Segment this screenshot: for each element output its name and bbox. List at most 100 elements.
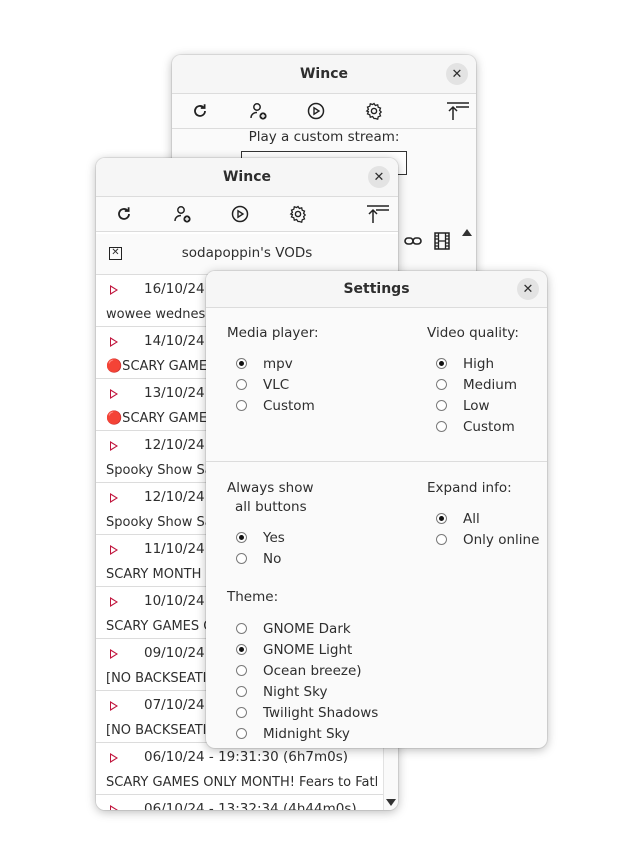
video-quality-option[interactable]: High — [436, 353, 494, 374]
radio-button[interactable] — [436, 421, 447, 432]
close-button[interactable]: ✕ — [368, 166, 390, 188]
always-show-label-line1: Always show — [227, 480, 314, 496]
media-player-option[interactable]: mpv — [236, 353, 293, 374]
add-user-icon[interactable] — [173, 204, 193, 224]
vod-date: 12/10/24 - — [144, 489, 214, 505]
add-user-icon[interactable] — [249, 101, 269, 121]
video-quality-option[interactable]: Low — [436, 395, 490, 416]
play-icon[interactable] — [110, 441, 118, 451]
expand-info-label: Expand info: — [427, 480, 512, 496]
theme-option[interactable]: Ocean breeze) — [236, 660, 362, 681]
expand-info-option[interactable]: All — [436, 508, 480, 529]
theme-option[interactable]: GNOME Dark — [236, 618, 351, 639]
always-show-option[interactable]: Yes — [236, 527, 285, 548]
vod-date: 11/10/24 - — [144, 541, 214, 557]
vod-date: 12/10/24 - — [144, 437, 214, 453]
expand-info-option-label: All — [463, 510, 480, 527]
media-player-option[interactable]: Custom — [236, 395, 315, 416]
play-circle-icon[interactable] — [306, 101, 326, 121]
close-button[interactable]: ✕ — [517, 278, 539, 300]
play-icon[interactable] — [110, 597, 118, 607]
play-icon[interactable] — [110, 545, 118, 555]
dialog-titlebar[interactable]: Settings ✕ — [206, 271, 547, 308]
divider — [206, 461, 547, 462]
vod-title: SCARY GAMES ONLY MONTH! Fears to Fatl — [106, 775, 379, 790]
vod-list-item[interactable]: 06/10/24 - 19:31:30 (6h7m0s) SCARY GAMES … — [96, 743, 384, 795]
close-button[interactable]: ✕ — [446, 63, 468, 85]
vod-date: 06/10/24 - 13:32:34 (4h44m0s) — [144, 801, 357, 810]
video-quality-option-label: Medium — [463, 376, 517, 393]
theme-option-label: Ocean breeze) — [263, 662, 362, 679]
theme-option-label: Night Sky — [263, 683, 328, 700]
film-icon[interactable] — [432, 231, 452, 251]
always-show-option[interactable]: No — [236, 548, 281, 569]
vod-title: Spooky Show Sa — [106, 463, 213, 478]
gear-icon[interactable] — [364, 101, 384, 121]
vod-title: SCARY GAMES O — [106, 619, 214, 634]
scroll-down-arrow[interactable] — [386, 799, 396, 806]
video-quality-option-label: Custom — [463, 418, 515, 435]
radio-button[interactable] — [236, 532, 247, 543]
gear-icon[interactable] — [288, 204, 308, 224]
radio-button[interactable] — [236, 623, 247, 634]
play-circle-icon[interactable] — [230, 204, 250, 224]
radio-button[interactable] — [236, 644, 247, 655]
radio-button[interactable] — [436, 513, 447, 524]
expand-info-option[interactable]: Only online — [436, 529, 539, 550]
vod-list-title: sodapoppin's VODs — [181, 245, 313, 261]
radio-button[interactable] — [436, 400, 447, 411]
refresh-icon[interactable] — [190, 101, 210, 121]
media-player-label: Media player: — [227, 325, 319, 341]
radio-button[interactable] — [236, 358, 247, 369]
theme-label: Theme: — [227, 589, 279, 605]
play-icon[interactable] — [110, 337, 118, 347]
always-show-label-line2: all buttons — [235, 499, 307, 515]
video-quality-label: Video quality: — [427, 325, 519, 341]
radio-button[interactable] — [236, 553, 247, 564]
radio-button[interactable] — [436, 358, 447, 369]
play-icon[interactable] — [110, 493, 118, 503]
radio-button[interactable] — [236, 379, 247, 390]
link-icon[interactable] — [403, 231, 423, 251]
window-titlebar[interactable]: Wince ✕ — [172, 55, 476, 94]
vod-date: 14/10/24 - — [144, 333, 214, 349]
expand-info-option-label: Only online — [463, 531, 540, 548]
vod-title: [NO BACKSEATIN — [106, 723, 217, 738]
theme-option[interactable]: Night Sky — [236, 681, 327, 702]
theme-option[interactable]: Midnight Sky — [236, 723, 350, 744]
scroll-up-arrow[interactable] — [462, 229, 472, 236]
vod-list-header: ✕ sodapoppin's VODs — [96, 234, 398, 275]
always-show-option-label: No — [263, 550, 282, 567]
radio-button[interactable] — [236, 400, 247, 411]
theme-option-label: Midnight Sky — [263, 725, 350, 742]
play-icon[interactable] — [110, 389, 118, 399]
scroll-to-top-icon[interactable] — [366, 204, 390, 224]
refresh-icon[interactable] — [114, 204, 134, 224]
vod-list-item[interactable]: 06/10/24 - 13:32:34 (4h44m0s) — [96, 795, 384, 810]
play-icon[interactable] — [110, 753, 118, 763]
custom-stream-label: Play a custom stream: — [248, 129, 400, 145]
vod-title: wowee wednesd — [106, 307, 214, 322]
play-icon[interactable] — [110, 701, 118, 711]
radio-button[interactable] — [236, 728, 247, 739]
radio-button[interactable] — [436, 379, 447, 390]
theme-option[interactable]: Twilight Shadows — [236, 702, 378, 723]
vod-date: 16/10/24 - — [144, 281, 214, 297]
dialog-title: Settings — [343, 281, 410, 297]
theme-option[interactable]: GNOME Light — [236, 639, 352, 660]
vod-date: 06/10/24 - 19:31:30 (6h7m0s) — [144, 749, 349, 765]
video-quality-option[interactable]: Medium — [436, 374, 517, 395]
play-icon[interactable] — [110, 805, 118, 810]
radio-button[interactable] — [236, 665, 247, 676]
video-quality-option[interactable]: Custom — [436, 416, 515, 437]
radio-button[interactable] — [236, 686, 247, 697]
radio-button[interactable] — [236, 707, 247, 718]
scroll-to-top-icon[interactable] — [446, 101, 470, 121]
play-icon[interactable] — [110, 649, 118, 659]
vod-title: SCARY MONTH G — [106, 567, 216, 582]
radio-button[interactable] — [436, 534, 447, 545]
window-titlebar[interactable]: Wince ✕ — [96, 158, 398, 197]
play-icon[interactable] — [110, 285, 118, 295]
media-player-option-label: Custom — [263, 397, 315, 414]
media-player-option[interactable]: VLC — [236, 374, 289, 395]
